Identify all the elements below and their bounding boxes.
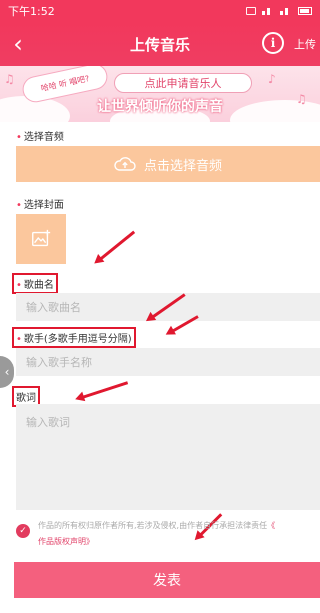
publish-button[interactable]: 发表 xyxy=(14,562,320,598)
music-note-icon: ♪ xyxy=(268,72,276,86)
cover-label: • 选择封面 xyxy=(16,200,64,211)
music-note-icon: ♫ xyxy=(4,72,15,86)
back-arrow-icon[interactable]: ‹ xyxy=(0,22,36,66)
annotation-arrow xyxy=(99,230,136,261)
battery-icon xyxy=(298,7,312,15)
agreement-text: 作品的所有权归原作者所有,若涉及侵权,由作者自行承担法律责任《 作品版权声明》 xyxy=(38,521,276,546)
select-audio-button[interactable]: 点击选择音频 xyxy=(16,146,320,182)
alarm-icon xyxy=(246,7,256,15)
apply-musician-button[interactable]: 点此申请音乐人 xyxy=(114,73,252,93)
select-audio-label: 点击选择音频 xyxy=(143,158,222,174)
image-add-icon xyxy=(32,229,51,247)
status-icons xyxy=(246,7,312,15)
lyrics-input[interactable] xyxy=(16,404,320,510)
musician-banner[interactable]: ♫ ♪ ♫ 哈哈 听 唱吧? 点此申请音乐人 让世界倾听你的声音 xyxy=(0,66,320,122)
audio-label: • 选择音频 xyxy=(16,132,64,143)
cloud-upload-icon xyxy=(114,157,136,171)
banner-slogan: 让世界倾听你的声音 xyxy=(97,99,223,115)
upload-link[interactable]: 上传 xyxy=(294,36,316,52)
status-time: 下午1:52 xyxy=(8,5,55,18)
chevron-left-icon[interactable]: ‹ xyxy=(0,356,14,388)
status-bar: 下午1:52 xyxy=(0,0,320,22)
wifi-icon xyxy=(280,7,292,15)
info-icon[interactable]: i xyxy=(262,32,284,54)
nav-bar: ‹ 上传音乐 i 上传 xyxy=(0,22,320,66)
annotation-arrow xyxy=(81,381,129,399)
copyright-link[interactable]: 作品版权声明》 xyxy=(38,537,94,546)
singer-label: • 歌手(多歌手用逗号分隔) xyxy=(12,327,136,348)
agree-checkbox[interactable]: ✓ xyxy=(16,524,30,538)
agreement: ✓ 作品的所有权归原作者所有,若涉及侵权,由作者自行承担法律责任《 作品版权声明… xyxy=(16,518,316,550)
song-name-label: • 歌曲名 xyxy=(12,273,58,294)
signal-icon xyxy=(262,7,274,15)
copyright-link-prefix[interactable]: 《 xyxy=(267,521,275,530)
select-cover-button[interactable] xyxy=(16,214,66,264)
singer-input[interactable] xyxy=(16,348,320,376)
